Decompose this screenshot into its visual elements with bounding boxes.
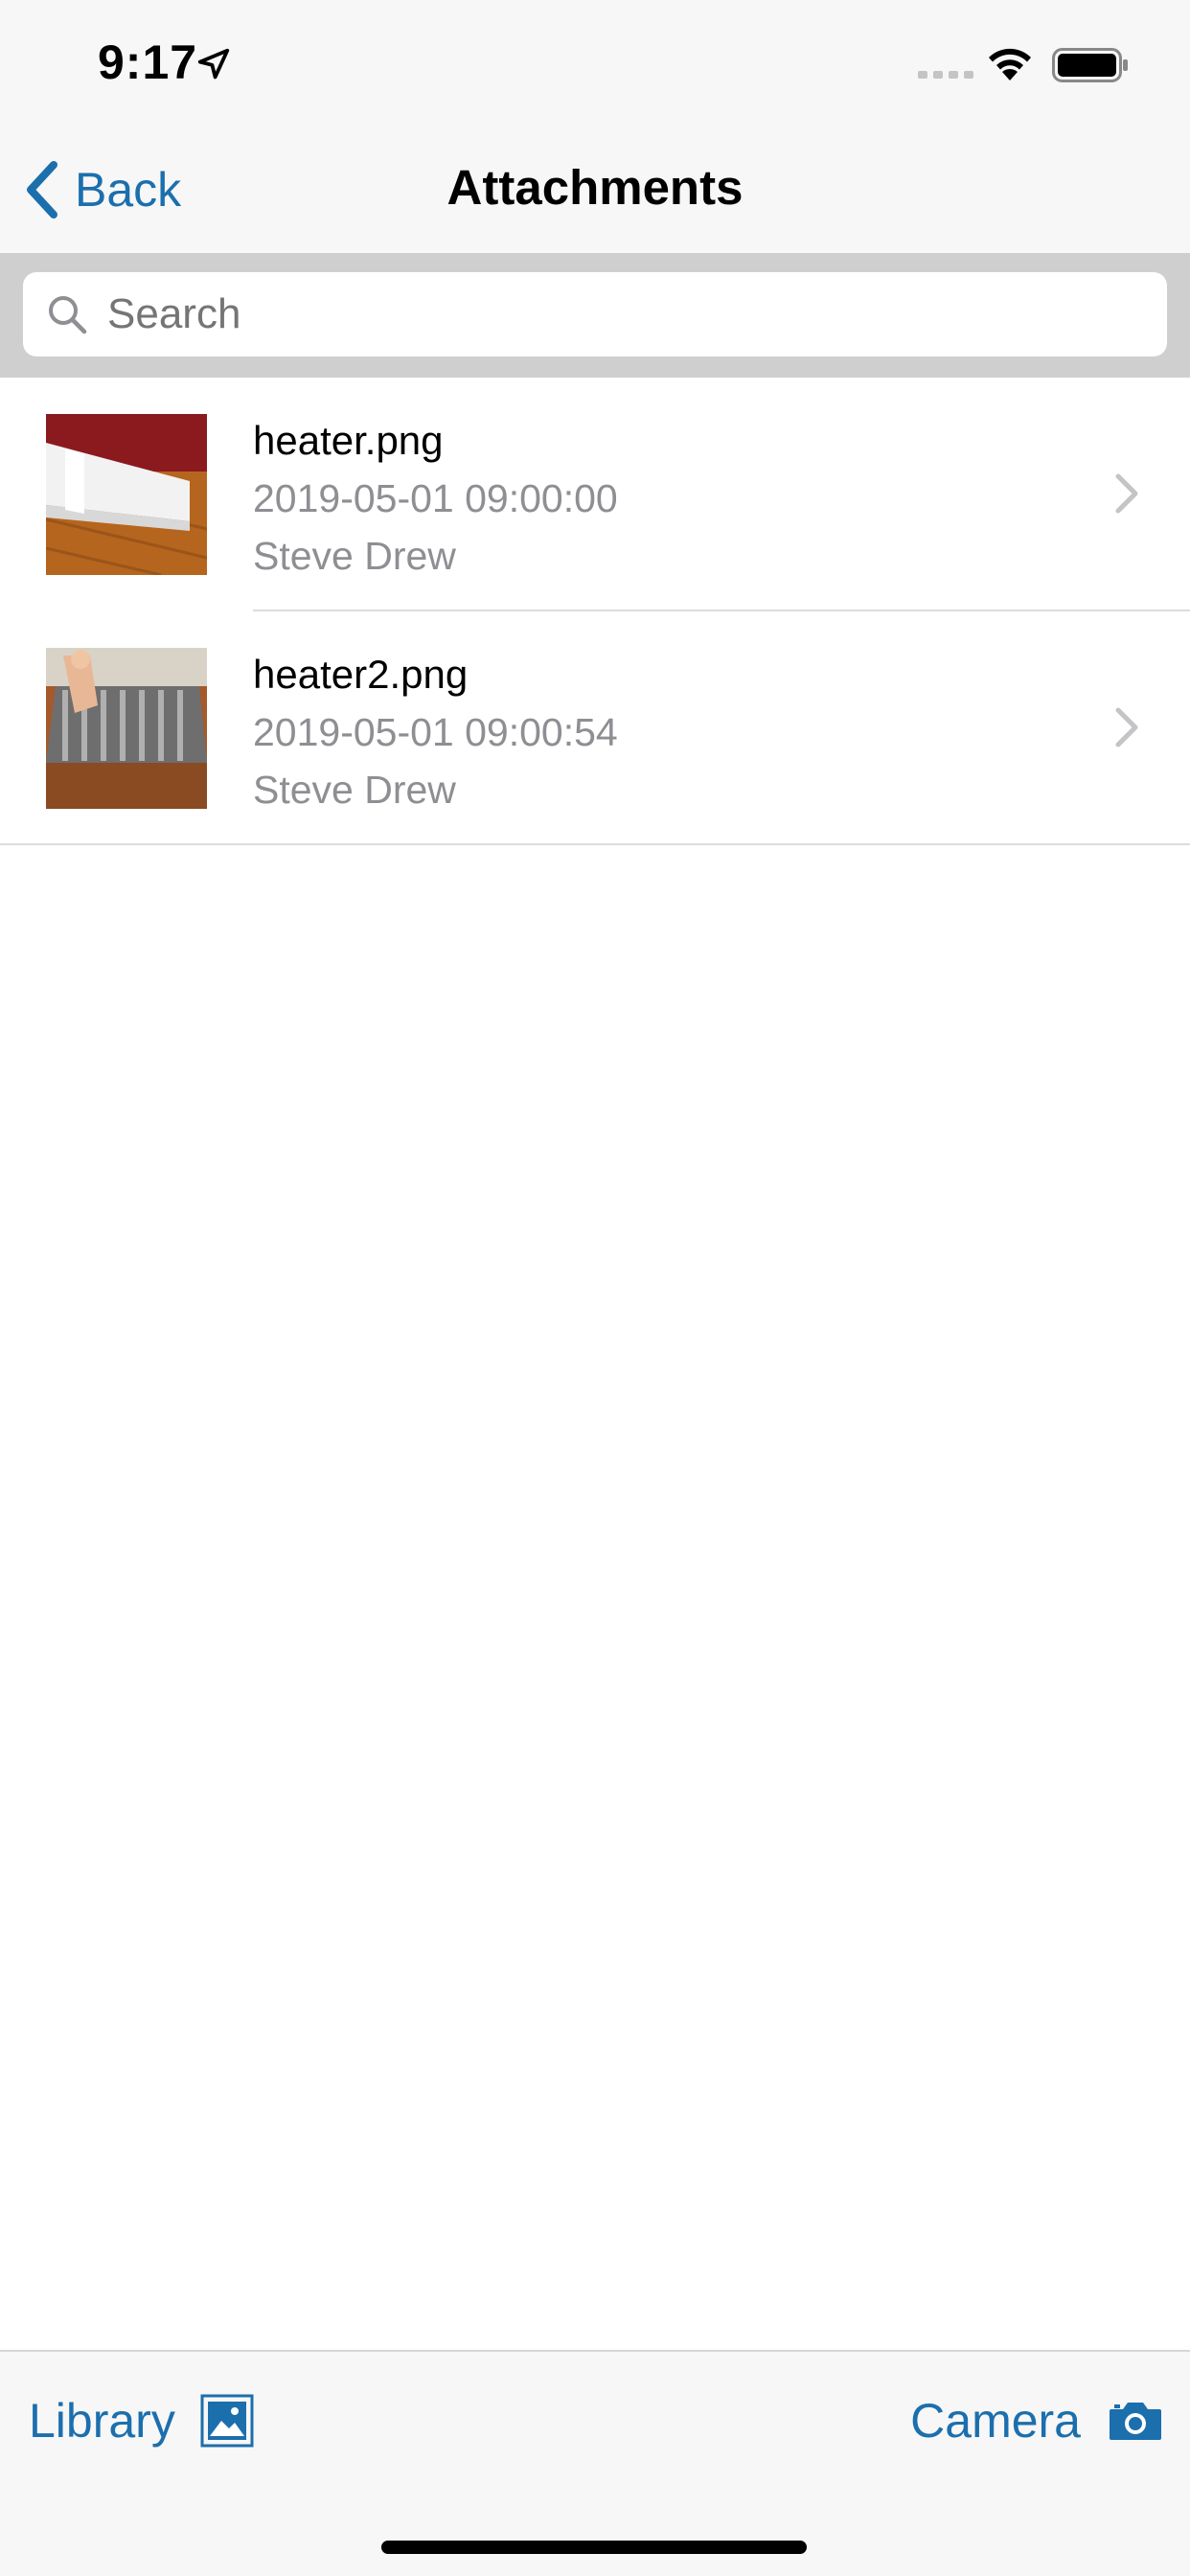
attachment-thumbnail bbox=[46, 414, 207, 575]
wifi-icon bbox=[989, 48, 1031, 80]
camera-icon bbox=[1110, 2403, 1161, 2440]
camera-button[interactable]: Camera bbox=[910, 2382, 1163, 2459]
home-indicator bbox=[381, 2541, 807, 2554]
search-field[interactable] bbox=[23, 272, 1167, 356]
camera-label: Camera bbox=[910, 2394, 1081, 2448]
search-bar bbox=[0, 253, 1190, 378]
search-input[interactable] bbox=[107, 290, 1142, 338]
chevron-right-icon bbox=[1115, 707, 1138, 748]
location-arrow-icon bbox=[197, 48, 230, 80]
navigation-bar: Back Attachments bbox=[0, 126, 1190, 253]
attachment-date: 2019-05-01 09:00:54 bbox=[253, 710, 618, 754]
list-item[interactable]: heater.png 2019-05-01 09:00:00 Steve Dre… bbox=[0, 378, 1190, 611]
photo-library-icon bbox=[200, 2394, 254, 2448]
library-button[interactable]: Library bbox=[29, 2382, 254, 2459]
row-separator bbox=[0, 843, 1190, 845]
search-icon bbox=[49, 296, 87, 334]
page-title: Attachments bbox=[446, 160, 744, 215]
chevron-right-icon bbox=[1115, 473, 1138, 514]
attachment-thumbnail bbox=[46, 648, 207, 809]
battery-icon bbox=[1052, 48, 1128, 82]
attachment-name: heater.png bbox=[253, 418, 444, 463]
library-label: Library bbox=[29, 2394, 175, 2448]
attachment-details: heater2.png 2019-05-01 09:00:54 Steve Dr… bbox=[253, 648, 618, 816]
attachments-screen: 9:17 Back Attachments Search heater.png … bbox=[0, 0, 1190, 2576]
attachment-name: heater2.png bbox=[253, 652, 469, 697]
attachment-author: Steve Drew bbox=[253, 534, 456, 578]
attachment-author: Steve Drew bbox=[253, 768, 456, 812]
bottom-toolbar: Library Camera bbox=[0, 2350, 1190, 2576]
cellular-signal-icon bbox=[918, 71, 973, 79]
status-time: 9:17 bbox=[98, 35, 198, 89]
attachment-date: 2019-05-01 09:00:00 bbox=[253, 476, 618, 520]
list-item[interactable]: heater2.png 2019-05-01 09:00:54 Steve Dr… bbox=[0, 611, 1190, 845]
attachment-list: heater.png 2019-05-01 09:00:00 Steve Dre… bbox=[0, 378, 1190, 845]
status-bar: 9:17 bbox=[0, 0, 1190, 126]
attachment-details: heater.png 2019-05-01 09:00:00 Steve Dre… bbox=[253, 414, 618, 583]
